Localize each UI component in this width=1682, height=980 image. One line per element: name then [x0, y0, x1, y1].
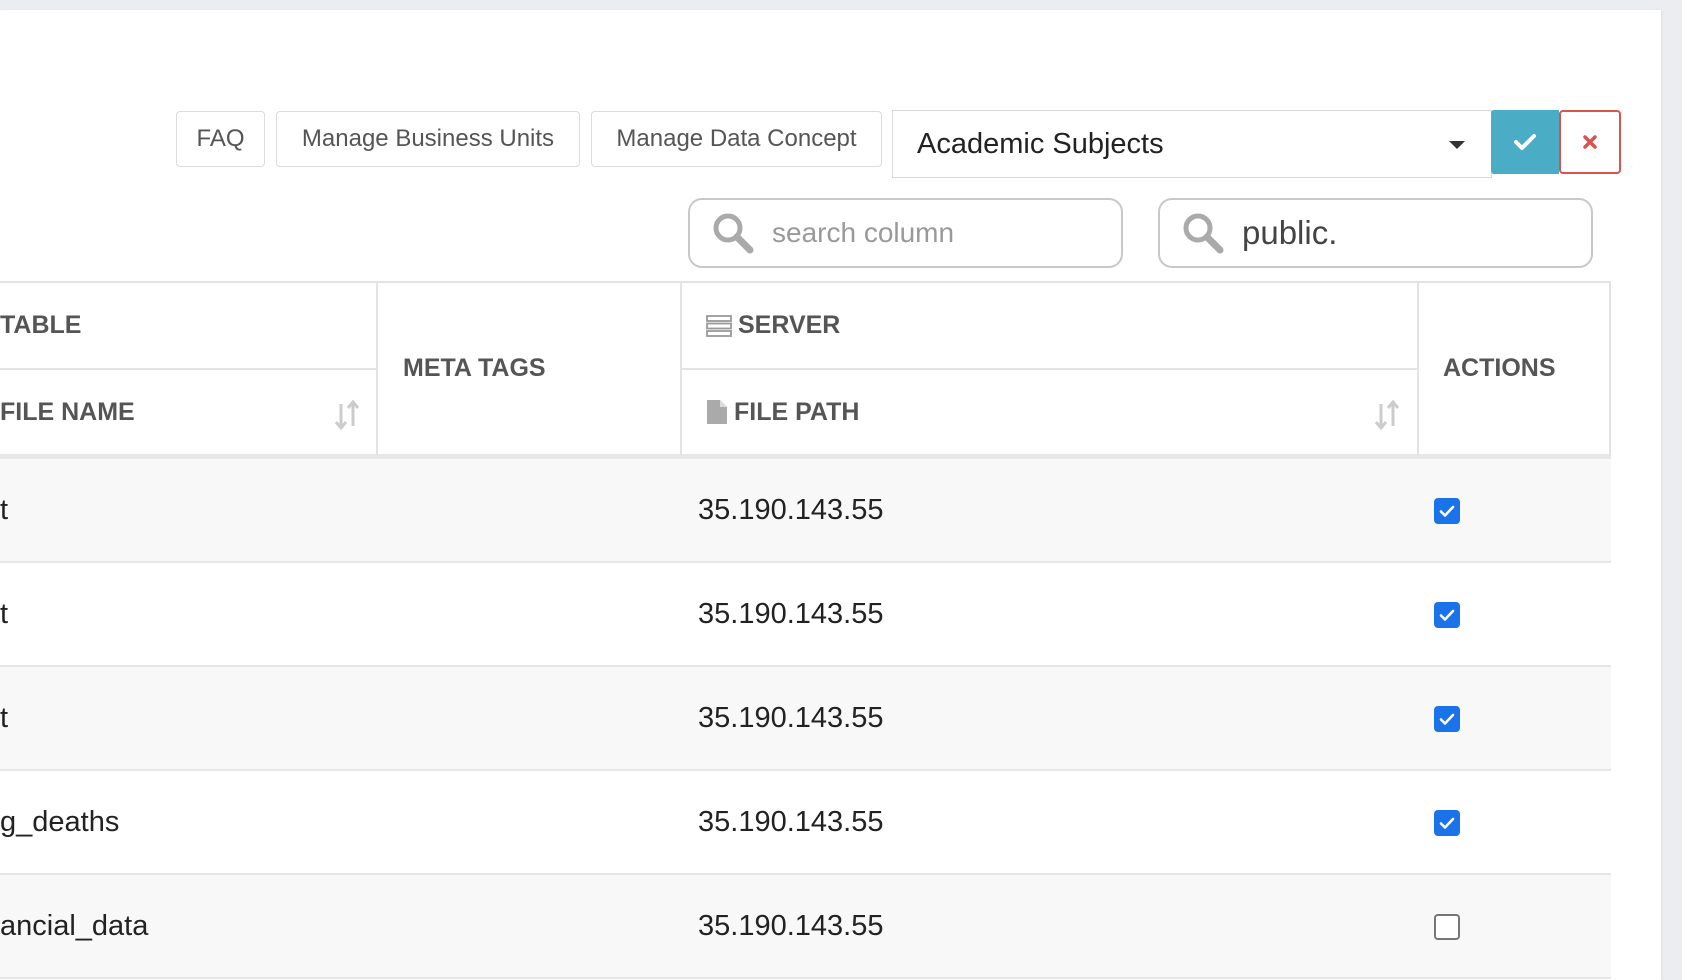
subject-select[interactable]: Academic Subjects: [892, 110, 1492, 178]
row-checkbox[interactable]: [1434, 810, 1460, 836]
caret-down-icon: [1449, 141, 1465, 149]
table-row: t 35.190.143.55: [0, 667, 1611, 771]
file-name-cell: t: [0, 597, 9, 630]
check-icon: [1514, 134, 1536, 150]
server-cell: 35.190.143.55: [698, 597, 884, 630]
file-name-cell: t: [0, 493, 9, 526]
file-name-cell: g_deaths: [0, 805, 120, 838]
faq-button[interactable]: FAQ: [176, 111, 265, 167]
header-meta-tags-label: META TAGS: [403, 354, 546, 382]
table-row: t 35.190.143.55: [0, 459, 1611, 563]
confirm-button[interactable]: [1491, 110, 1559, 174]
column-divider: [1417, 281, 1419, 456]
server-icon: [706, 314, 732, 337]
header-file-name-label: FILE NAME: [0, 397, 135, 426]
subject-select-value: Academic Subjects: [917, 127, 1164, 160]
row-checkbox[interactable]: [1434, 706, 1460, 732]
check-icon: [1439, 713, 1455, 725]
column-search-input[interactable]: [770, 216, 1074, 250]
check-icon: [1439, 609, 1455, 621]
check-icon: [1439, 817, 1455, 829]
file-icon: [707, 400, 727, 424]
table-row: g_deaths 35.190.143.55: [0, 771, 1611, 875]
search-icon: [713, 213, 754, 254]
header-file-path-label: FILE PATH: [734, 397, 860, 426]
check-icon: [1439, 505, 1455, 517]
header-file-name[interactable]: FILE NAME: [0, 370, 376, 454]
header-actions: ACTIONS: [1443, 283, 1609, 454]
row-checkbox[interactable]: [1434, 498, 1460, 524]
server-cell: 35.190.143.55: [698, 493, 884, 526]
file-name-cell: ancial_data: [0, 909, 149, 942]
header-file-path[interactable]: FILE PATH: [706, 370, 1417, 454]
cancel-button[interactable]: [1559, 110, 1621, 174]
header-table-group-label: TABLE: [0, 311, 82, 339]
table-search-box: [1158, 198, 1593, 268]
column-divider: [376, 281, 378, 456]
row-checkbox[interactable]: [1434, 602, 1460, 628]
file-name-cell: t: [0, 701, 9, 734]
row-checkbox[interactable]: [1434, 914, 1460, 940]
server-cell: 35.190.143.55: [698, 909, 884, 942]
table-search-input[interactable]: [1240, 213, 1544, 253]
close-icon: [1583, 135, 1597, 149]
column-divider: [680, 281, 682, 456]
table-row: t 35.190.143.55: [0, 563, 1611, 667]
column-search-box: [688, 198, 1123, 268]
header-server: SERVER: [706, 283, 1417, 368]
sort-icon[interactable]: [1374, 400, 1400, 430]
header-actions-label: ACTIONS: [1443, 354, 1556, 382]
header-table-group: TABLE: [0, 283, 376, 368]
manage-business-units-button[interactable]: Manage Business Units: [276, 111, 580, 167]
sort-icon[interactable]: [334, 400, 360, 430]
table-row: ancial_data 35.190.143.55: [0, 875, 1611, 979]
search-icon: [1183, 213, 1224, 254]
manage-data-concept-button[interactable]: Manage Data Concept: [591, 111, 882, 167]
server-cell: 35.190.143.55: [698, 701, 884, 734]
header-meta-tags: META TAGS: [403, 283, 680, 454]
server-cell: 35.190.143.55: [698, 805, 884, 838]
column-divider: [1609, 281, 1611, 456]
header-server-label: SERVER: [738, 311, 841, 339]
